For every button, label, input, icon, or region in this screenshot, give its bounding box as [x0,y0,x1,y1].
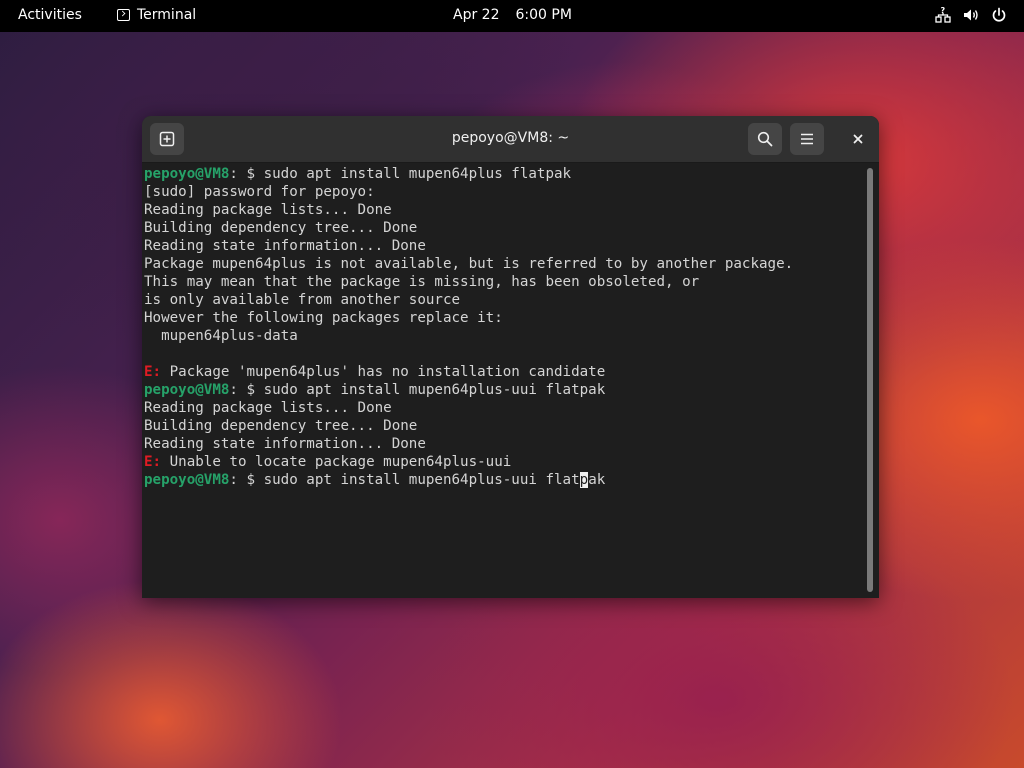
prompt-separator: : [229,166,238,182]
clock-time: 6:00 PM [515,7,572,23]
close-button[interactable] [842,123,874,155]
system-tray[interactable]: ? [934,6,1008,24]
output-line: Reading state information... Done [144,436,426,452]
output-line: Reading package lists... Done [144,202,392,218]
hamburger-icon [801,133,813,145]
error-label: E: [144,454,162,470]
command-text: sudo apt install mupen64plus flatpak [263,166,572,182]
app-menu[interactable]: Terminal [117,7,196,23]
error-message: Unable to locate package mupen64plus-uui [161,454,512,470]
error-label: E: [144,364,162,380]
prompt-tail: $ [237,472,264,488]
scrollbar[interactable] [867,168,873,592]
menu-button[interactable] [790,123,824,155]
output-line: Reading package lists... Done [144,400,392,416]
top-bar: Activities Terminal Apr 22 6:00 PM ? [0,0,1024,32]
command-text-after-cursor: ak [588,472,606,488]
output-line: Building dependency tree... Done [144,220,418,236]
command-line-3[interactable]: pepoyo@VM8: $ sudo apt install mupen64pl… [144,471,866,489]
search-icon [757,131,773,147]
text-cursor: p [579,472,589,488]
clock[interactable]: Apr 22 6:00 PM [453,7,572,23]
power-icon[interactable] [990,6,1008,24]
output-line: This may mean that the package is missin… [144,274,700,290]
close-icon [853,134,863,144]
error-line-1: E: Package 'mupen64plus' has no installa… [144,363,866,381]
prompt-tail: $ [237,166,264,182]
activities-button[interactable]: Activities [18,7,82,23]
search-button[interactable] [748,123,782,155]
prompt-separator: : [229,382,238,398]
prompt-user: pepoyo@VM8 [144,166,230,182]
svg-text:?: ? [941,6,946,15]
header-bar[interactable]: pepoyo@VM8: ~ [142,116,879,163]
prompt-user: pepoyo@VM8 [144,472,230,488]
volume-icon[interactable] [962,6,980,24]
network-icon[interactable]: ? [934,6,952,24]
command-text: sudo apt install mupen64plus-uui flat [263,472,580,488]
output-line: Package mupen64plus is not available, bu… [144,256,794,272]
clock-date: Apr 22 [453,7,500,23]
error-message: Package 'mupen64plus' has no installatio… [161,364,606,380]
output-line: However the following packages replace i… [144,310,503,326]
command-text: sudo apt install mupen64plus-uui flatpak [263,382,606,398]
output-line: mupen64plus-data [144,328,298,344]
terminal-output[interactable]: pepoyo@VM8: $ sudo apt install mupen64pl… [142,163,866,598]
terminal-icon [117,9,130,21]
terminal-window[interactable]: pepoyo@VM8: ~ pepoyo@VM8: $ sudo apt ins… [142,116,879,598]
prompt-separator: : [229,472,238,488]
output-line: Reading state information... Done [144,238,426,254]
command-line-2: pepoyo@VM8: $ sudo apt install mupen64pl… [144,381,866,399]
app-name: Terminal [137,7,197,23]
command-line-1: pepoyo@VM8: $ sudo apt install mupen64pl… [144,165,866,183]
prompt-tail: $ [237,382,264,398]
error-line-2: E: Unable to locate package mupen64plus-… [144,453,866,471]
output-line: is only available from another source [144,292,461,308]
output-line: [sudo] password for pepoyo: [144,184,375,200]
output-line: Building dependency tree... Done [144,418,418,434]
prompt-user: pepoyo@VM8 [144,382,230,398]
